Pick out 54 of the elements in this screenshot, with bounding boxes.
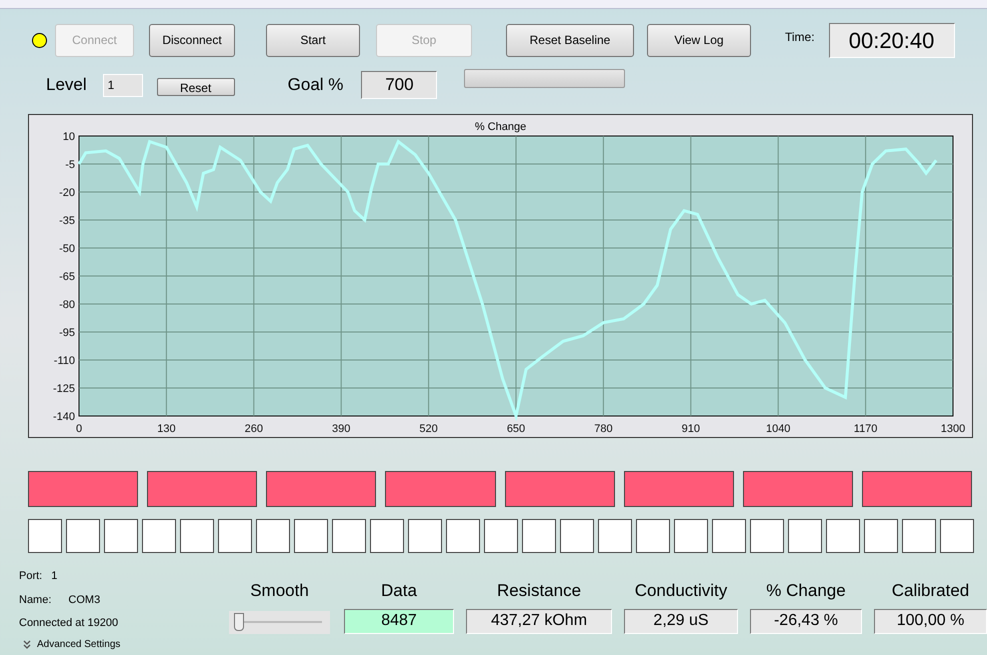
smooth-label: Smooth [250,580,309,602]
readout-label: Data [381,580,417,602]
readout-value: 100,00 % [874,608,987,634]
port-label: Port: [19,569,42,584]
readout-value: 8487 [344,608,454,634]
advanced-settings-link[interactable]: Advanced Settings [37,636,120,652]
double-chevron-icon[interactable] [23,640,31,648]
x-tick-label: 130 [157,423,176,435]
readout-value: -26,43 % [750,608,862,634]
x-tick-label: 260 [244,423,263,435]
y-tick-label: -35 [59,215,75,227]
toolbar-button[interactable]: Reset Baseline [506,24,634,56]
y-tick-label: -110 [54,355,75,367]
y-tick-label: -95 [59,327,75,339]
chart-title: % Change [474,120,526,135]
port-value: 1 [51,569,58,584]
y-tick-label: -50 [59,243,75,255]
readout-value: 2,29 uS [624,608,738,634]
x-tick-label: 390 [332,423,350,435]
x-tick-label: 0 [76,423,82,435]
toolbar-button[interactable]: Start [266,24,360,56]
connection-status: Connected at 19200 [19,616,120,631]
level-input[interactable]: 1 [102,74,143,96]
x-tick-label: 1170 [854,423,878,435]
toolbar-button[interactable]: View Log [647,24,751,56]
slider-thumb[interactable] [234,612,244,630]
smooth-slider[interactable] [229,610,330,634]
readout-label: Conductivity [634,580,728,602]
readout-label: % Change [766,580,846,602]
y-tick-label: -20 [59,187,75,199]
toolbar-button[interactable]: Disconnect [149,24,235,56]
name-label: Name: [19,592,52,608]
time-display: 00:20:40 [828,22,955,58]
level-label: Level [46,74,87,96]
x-tick-label: 650 [506,423,526,435]
name-value: COM3 [68,592,100,608]
x-tick-label: 520 [419,423,438,435]
goal-label: Goal % [288,74,344,96]
x-tick-label: 1040 [766,423,790,435]
time-label: Time: [785,29,815,46]
x-tick-label: 910 [682,423,700,435]
y-tick-label: -125 [52,383,75,395]
y-tick-label: -65 [59,271,75,283]
reset-button[interactable]: Reset [156,78,235,96]
y-tick-label: -5 [65,159,75,171]
readout-value: 437,27 kOhm [466,608,612,634]
y-tick-label: 10 [62,131,75,143]
x-tick-label: 780 [594,423,613,435]
readout-label: Calibrated [892,580,970,602]
readout-label: Resistance [496,580,582,602]
x-tick-label: 1300 [940,423,966,435]
y-tick-label: -140 [52,411,75,423]
y-tick-label: -80 [59,299,75,311]
goal-display: 700 [361,71,438,99]
